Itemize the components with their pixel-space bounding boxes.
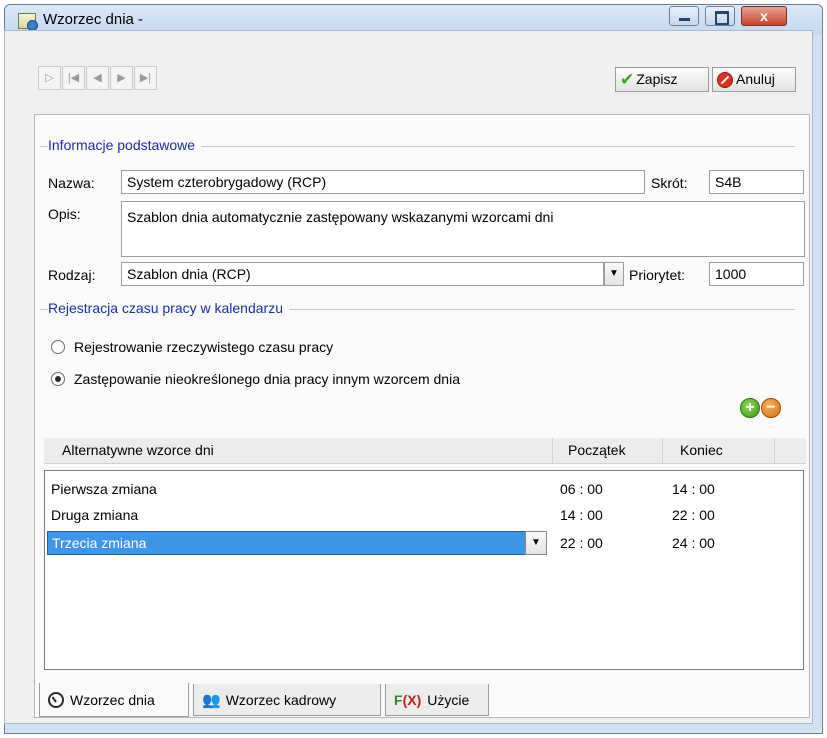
registration-section-title: Rejestracja czasu pracy w kalendarzu: [48, 300, 289, 316]
radio-option-real-time[interactable]: Rejestrowanie rzeczywistego czasu pracy: [51, 339, 333, 355]
start-time-cell[interactable]: 14 : 00: [560, 507, 603, 523]
save-button[interactable]: ✔ Zapisz: [615, 67, 709, 92]
calendar-user-icon: [18, 13, 38, 31]
type-label: Rodzaj:: [48, 267, 96, 283]
tab-usage[interactable]: F(X) Użycie: [385, 684, 489, 716]
type-select[interactable]: Szablon dnia (RCP): [121, 262, 604, 286]
column-separator[interactable]: [552, 438, 553, 464]
table-row[interactable]: Druga zmiana 14 : 00 22 : 00: [45, 503, 785, 529]
pattern-name-cell[interactable]: Druga zmiana: [51, 507, 138, 523]
first-record-button[interactable]: |◀: [62, 66, 85, 90]
close-button[interactable]: x: [741, 6, 787, 26]
last-record-button[interactable]: ▶|: [134, 66, 157, 90]
radio-option-substitute[interactable]: Zastępowanie nieokreślonego dnia pracy i…: [51, 371, 460, 387]
type-dropdown-button[interactable]: ▼: [604, 262, 624, 286]
radio-button[interactable]: [51, 372, 65, 386]
end-time-cell[interactable]: 24 : 00: [672, 535, 715, 551]
minimize-icon: [670, 7, 698, 25]
grid-header: Alternatywne wzorce dni Początek Koniec: [44, 438, 806, 464]
column-header-end[interactable]: Koniec: [680, 442, 723, 458]
tab-day-pattern[interactable]: Wzorzec dnia: [39, 683, 189, 717]
remove-row-button[interactable]: −: [761, 398, 781, 418]
minimize-button[interactable]: [669, 6, 699, 26]
tab-label: Wzorzec kadrowy: [225, 691, 337, 708]
tab-label: Wzorzec dnia: [70, 691, 155, 708]
people-icon: 👥: [202, 691, 221, 709]
start-time-cell[interactable]: 22 : 00: [560, 535, 603, 551]
clock-icon: [48, 691, 64, 708]
start-time-cell[interactable]: 06 : 00: [560, 481, 603, 497]
name-field[interactable]: System czterobrygadowy (RCP): [121, 170, 645, 194]
new-record-button[interactable]: ▷: [38, 66, 61, 90]
cancel-icon: [717, 71, 733, 88]
table-row[interactable]: Pierwsza zmiana 06 : 00 14 : 00: [45, 477, 785, 503]
pattern-name-editor[interactable]: Trzecia zmiana: [47, 531, 529, 555]
cancel-button[interactable]: Anuluj: [712, 67, 796, 92]
window-title: Wzorzec dnia -: [43, 11, 144, 28]
next-record-button[interactable]: ▶: [110, 66, 133, 90]
tab-label: Użycie: [427, 691, 470, 708]
close-icon: x: [760, 8, 768, 24]
record-navigation: ▷ |◀ ◀ ▶ ▶|: [38, 66, 158, 90]
end-time-cell[interactable]: 14 : 00: [672, 481, 715, 497]
function-icon: F(X): [394, 691, 422, 708]
short-label: Skrót:: [651, 175, 688, 191]
column-header-start[interactable]: Początek: [568, 442, 626, 458]
description-field[interactable]: Szablon dnia automatycznie zastępowany w…: [121, 201, 805, 257]
prev-record-button[interactable]: ◀: [86, 66, 109, 90]
end-time-cell[interactable]: 22 : 00: [672, 507, 715, 523]
save-label: Zapisz: [636, 71, 678, 87]
alternative-patterns-grid[interactable]: Pierwsza zmiana 06 : 00 14 : 00 Druga zm…: [44, 470, 804, 670]
priority-field[interactable]: 1000: [709, 262, 804, 286]
column-separator[interactable]: [774, 438, 775, 464]
maximize-button[interactable]: [705, 6, 735, 26]
cancel-label: Anuluj: [736, 71, 775, 87]
maximize-icon: [706, 7, 734, 25]
priority-label: Priorytet:: [629, 267, 686, 283]
description-label: Opis:: [48, 206, 81, 222]
name-label: Nazwa:: [48, 175, 95, 191]
add-row-button[interactable]: +: [740, 398, 760, 418]
radio-button[interactable]: [51, 340, 65, 354]
basic-section-title: Informacje podstawowe: [48, 137, 202, 153]
column-separator[interactable]: [662, 438, 663, 464]
table-row[interactable]: Trzecia zmiana ▼ 22 : 00 24 : 00: [45, 531, 785, 557]
short-field[interactable]: S4B: [709, 170, 804, 194]
pattern-dropdown-button[interactable]: ▼: [525, 531, 547, 555]
column-header-pattern[interactable]: Alternatywne wzorce dni: [62, 442, 214, 458]
radio-label: Zastępowanie nieokreślonego dnia pracy i…: [74, 371, 460, 387]
radio-label: Rejestrowanie rzeczywistego czasu pracy: [74, 339, 334, 355]
pattern-name-cell[interactable]: Pierwsza zmiana: [51, 481, 157, 497]
check-icon: ✔: [620, 70, 635, 89]
tab-hr-pattern[interactable]: 👥 Wzorzec kadrowy: [193, 684, 381, 716]
